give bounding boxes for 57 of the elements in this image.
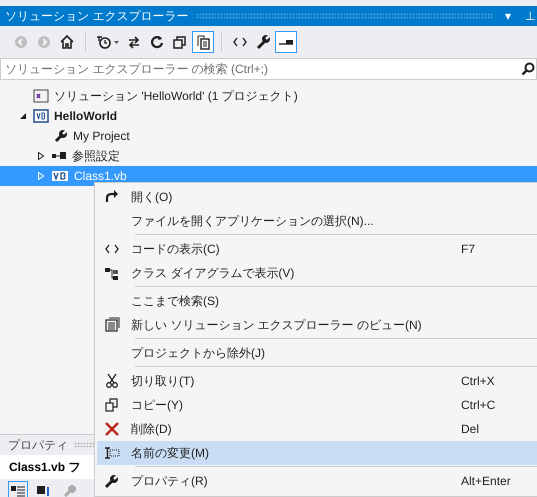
menu-item[interactable]: コピー(Y) Ctrl+C [97, 393, 537, 417]
new-view-icon [104, 317, 120, 333]
pin-button[interactable]: ⊥ [523, 9, 537, 23]
tree-item[interactable]: ソリューション 'HelloWorld' (1 プロジェクト) [0, 86, 537, 106]
search-field[interactable]: ソリューション エクスプローラー の検索 (Ctrl+;) [0, 58, 537, 80]
forward-icon [36, 34, 52, 50]
alphabetical-icon [36, 483, 52, 497]
rename-icon [104, 445, 120, 461]
wrench-icon [54, 129, 68, 143]
wrench-icon [255, 34, 271, 50]
shortcut-text: Ctrl+C [461, 398, 496, 412]
vb-project-icon [33, 109, 49, 123]
refresh-icon [149, 34, 165, 50]
vb-file-icon [51, 169, 69, 183]
toolbar-button[interactable] [192, 31, 214, 53]
shortcut-text: F7 [461, 242, 476, 256]
shortcut-text: Ctrl+X [461, 374, 495, 388]
copy-icon [104, 397, 120, 413]
menu-item[interactable]: プロパティ(R) Alt+Enter [97, 469, 537, 493]
menu-item[interactable]: 削除(D) Del [97, 417, 537, 441]
menu-item[interactable]: 開く(O) [97, 185, 537, 209]
tree-item[interactable]: HelloWorld [0, 106, 537, 126]
home-icon [59, 34, 75, 50]
swap-arrows-icon [126, 34, 142, 50]
panel-title: ソリューション エクスプローラー [5, 8, 188, 24]
menu-item[interactable]: プロジェクトから除外(J) [97, 341, 537, 365]
menu-item[interactable]: 名前の変更(M) [97, 441, 537, 465]
menu-item[interactable]: クラス ダイアグラムで表示(V) [97, 261, 537, 285]
dropdown-button[interactable]: ▾ [501, 9, 515, 23]
menu-item[interactable]: 新しい ソリューション エクスプローラー のビュー(N) [97, 313, 537, 337]
categorized-button[interactable] [8, 481, 28, 497]
menu-item[interactable]: 切り取り(T) Ctrl+X [97, 369, 537, 393]
wrench-icon [104, 473, 120, 489]
tree-item[interactable]: 参照設定 [0, 146, 537, 166]
class-diagram-icon [104, 265, 120, 281]
collapse-all-icon [172, 34, 188, 50]
preview-icon [279, 40, 293, 44]
delete-x-icon [104, 421, 120, 437]
toolbar-button[interactable] [275, 31, 297, 53]
object-name: Class1.vb フ [9, 458, 80, 476]
scissors-icon [104, 373, 120, 389]
show-files-icon [195, 34, 211, 50]
menu-item[interactable]: ここまで検索(S) [97, 289, 537, 313]
solution-icon [33, 89, 49, 103]
categorized-icon [10, 483, 26, 497]
tree-item[interactable]: My Project [0, 126, 537, 146]
shortcut-text: Alt+Enter [461, 474, 511, 488]
shortcut-text: Del [461, 422, 480, 436]
back-icon [13, 34, 29, 50]
caret-icon [114, 40, 119, 44]
menu-item[interactable]: コードの表示(C) F7 [97, 237, 537, 261]
menu-item[interactable]: ファイルを開くアプリケーションの選択(N)... [97, 209, 537, 233]
search-icon [521, 62, 535, 76]
wrench-icon [62, 483, 78, 497]
clock-icon [96, 34, 112, 50]
panel-title: プロパティ [8, 436, 68, 454]
redo-arrow-icon [104, 189, 120, 205]
